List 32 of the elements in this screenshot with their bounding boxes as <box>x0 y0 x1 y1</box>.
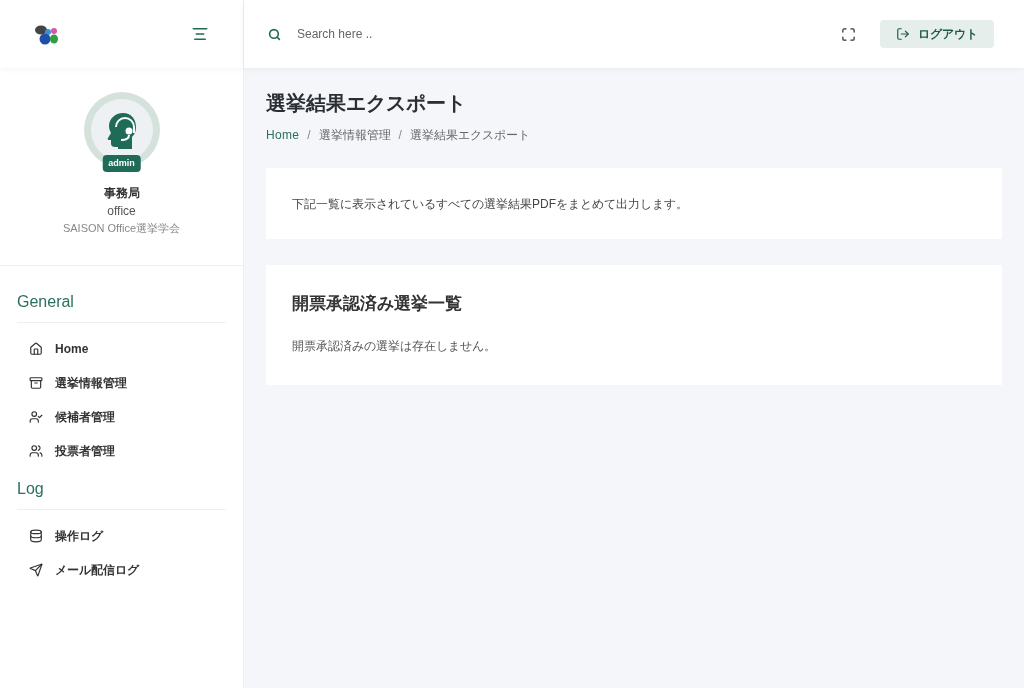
nav-item[interactable]: 投票者管理 <box>29 440 226 461</box>
nav-item[interactable]: 選挙情報管理 <box>29 372 226 393</box>
database-icon <box>29 528 43 543</box>
organization-name: SAISON Office選挙学会 <box>62 221 181 236</box>
logout-icon <box>896 27 910 41</box>
empty-message: 開票承認済みの選挙は存在しません。 <box>292 337 497 355</box>
user-check-icon <box>29 409 43 424</box>
section-heading: Log <box>17 476 226 510</box>
nav-item[interactable]: メール配信ログ <box>29 559 226 580</box>
user-name: 事務局 <box>103 185 140 202</box>
logout-button[interactable]: ログアウト <box>880 20 994 48</box>
user-role: office <box>107 203 136 220</box>
nav-item[interactable]: Home <box>29 338 226 359</box>
card-title: 開票承認済み選挙一覧 <box>292 293 463 315</box>
section-heading: General <box>17 289 226 323</box>
search-icon <box>268 27 281 41</box>
breadcrumb-item[interactable]: 選挙情報管理 <box>318 126 391 144</box>
intro-text: 下記一覧に表示されているすべての選挙結果PDFをまとめて出力します。 <box>292 195 688 213</box>
send-icon <box>29 562 43 577</box>
breadcrumb-item[interactable]: Home <box>266 126 300 144</box>
breadcrumb-item: 選挙結果エクスポート <box>409 127 530 144</box>
page-title: 選挙結果エクスポート <box>266 91 467 116</box>
users-icon <box>29 443 43 458</box>
search-field[interactable]: Search here .. <box>297 25 597 43</box>
archive-icon <box>29 375 43 390</box>
menu-toggle-icon[interactable] <box>191 25 209 43</box>
breadcrumb-separator: / <box>307 127 311 144</box>
home-icon <box>29 341 43 356</box>
nav-item[interactable]: 候補者管理 <box>29 406 226 427</box>
fullscreen-icon[interactable] <box>841 26 856 42</box>
breadcrumb-separator: / <box>398 127 402 144</box>
nav-item[interactable]: 操作ログ <box>29 525 226 546</box>
